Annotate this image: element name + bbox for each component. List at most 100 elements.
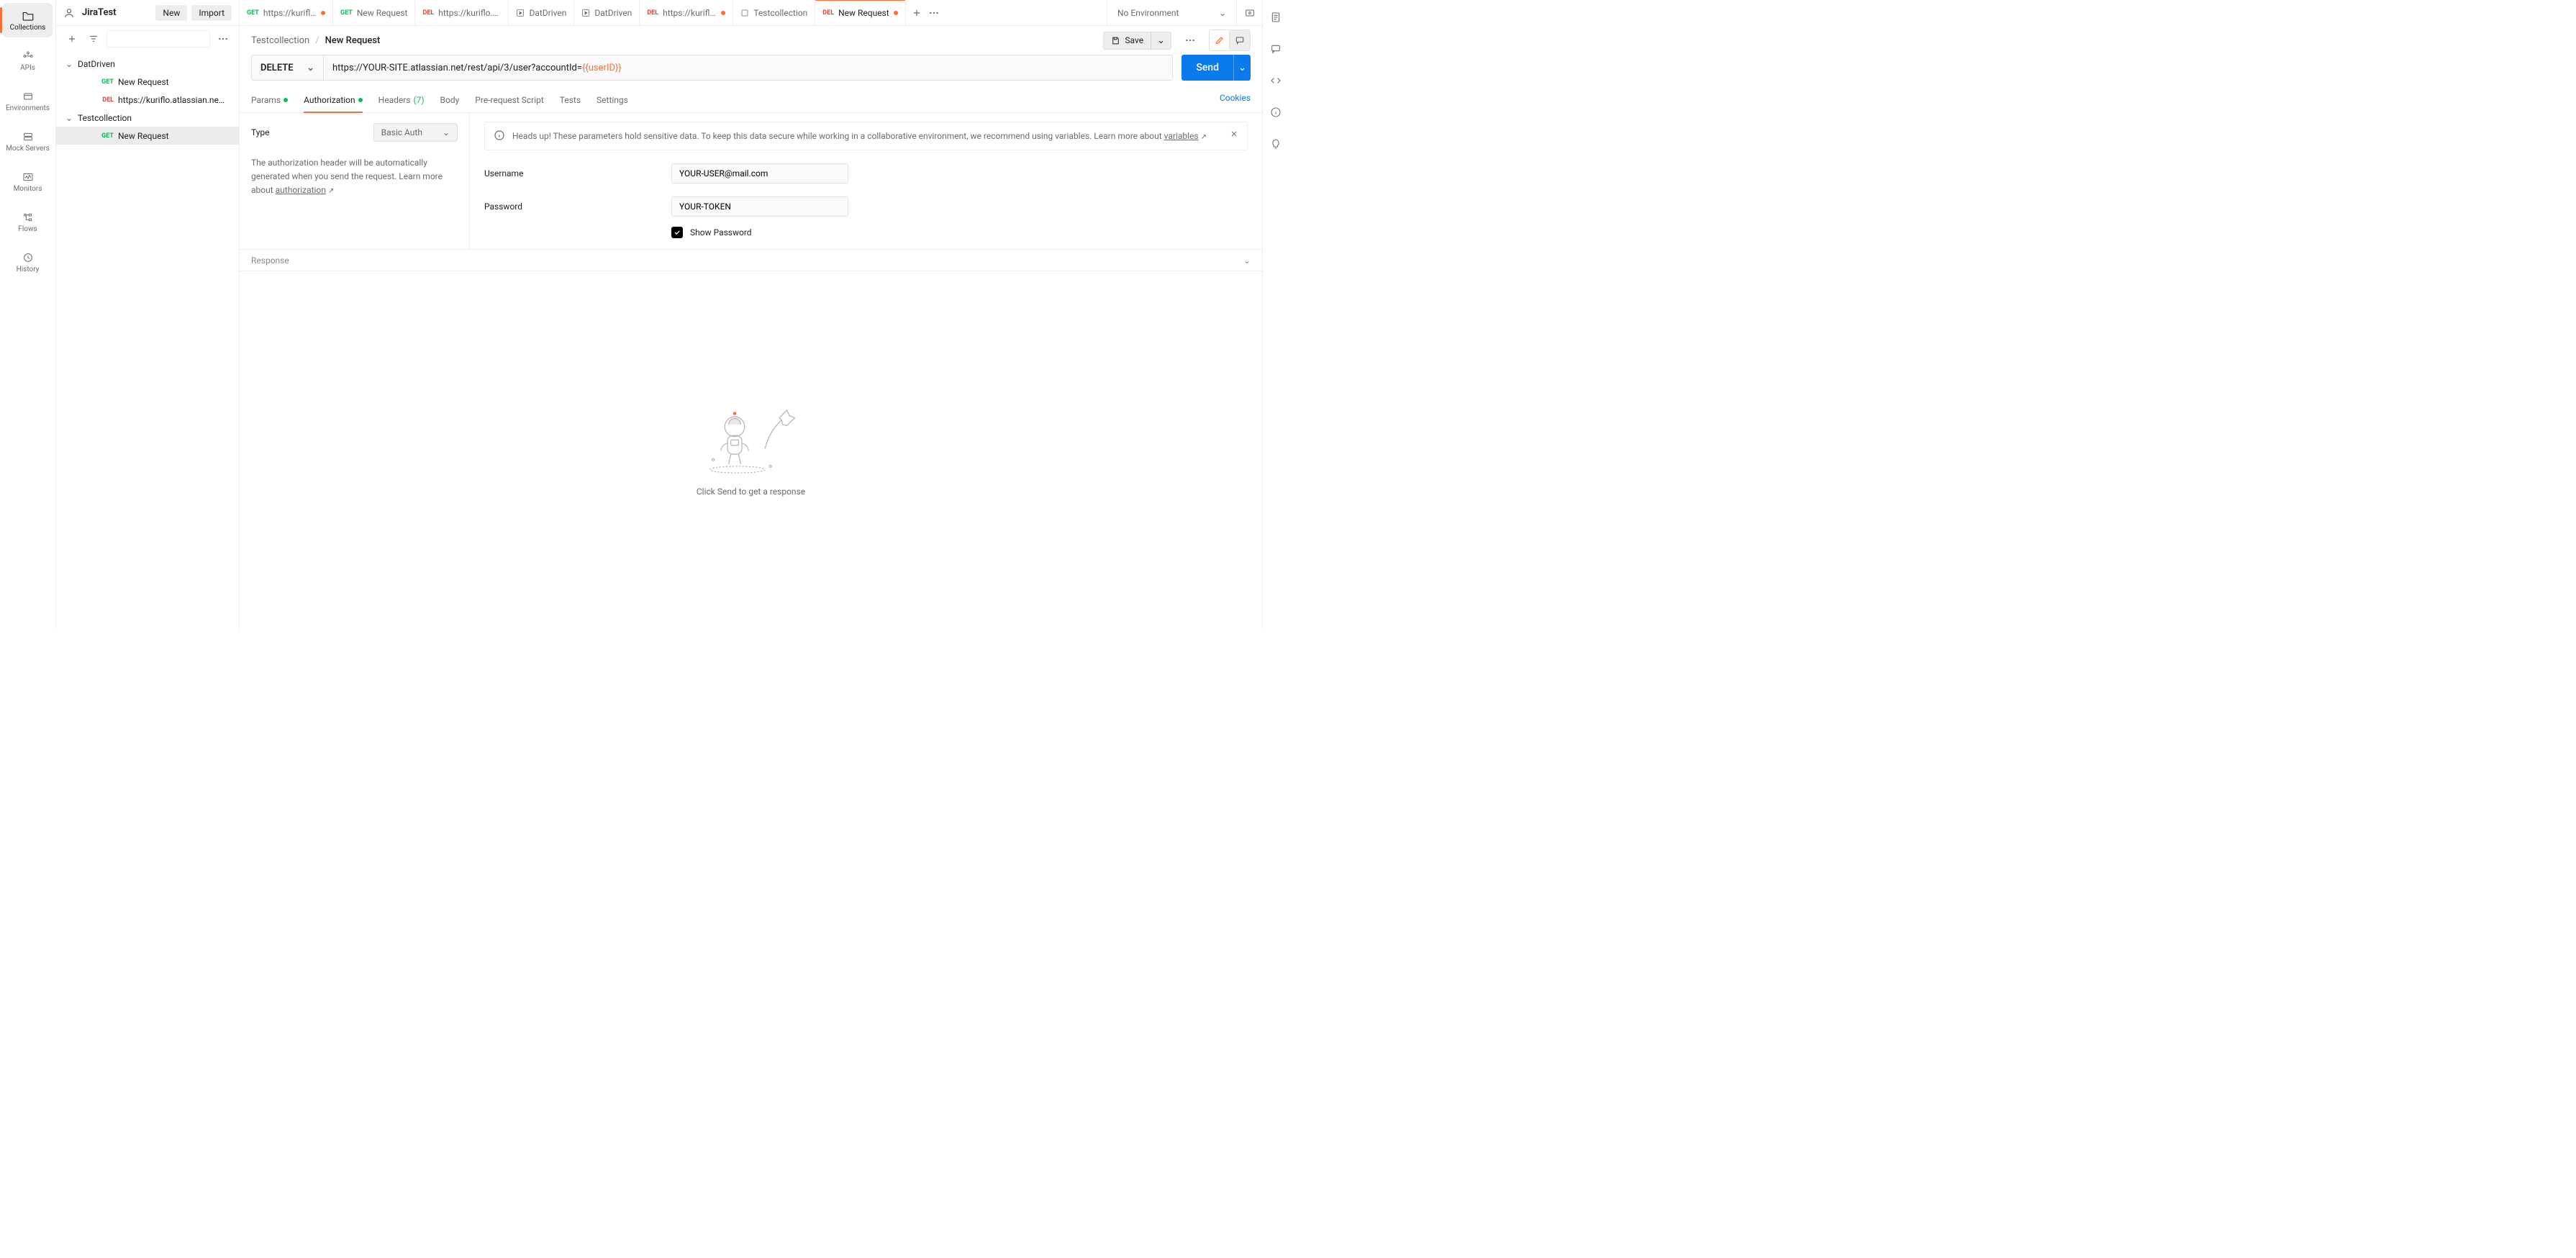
documentation-icon[interactable] bbox=[1269, 10, 1283, 24]
rail-history[interactable]: History bbox=[3, 245, 53, 279]
new-button[interactable]: New bbox=[155, 5, 187, 21]
chevron-down-icon[interactable]: ⌄ bbox=[1243, 255, 1251, 266]
rail-label: History bbox=[17, 266, 40, 273]
info2-icon[interactable] bbox=[1269, 105, 1283, 119]
subtab-label: Authorization bbox=[304, 95, 355, 105]
subtab-label: Pre-request Script bbox=[475, 95, 543, 105]
password-input[interactable] bbox=[671, 196, 848, 217]
subtab-params[interactable]: Params bbox=[251, 91, 288, 112]
code-icon[interactable] bbox=[1269, 73, 1283, 88]
request-more-icon[interactable] bbox=[1182, 32, 1199, 49]
folder-icon bbox=[22, 9, 35, 22]
tab-label: DatDriven bbox=[594, 8, 632, 18]
environment-quicklook-icon[interactable] bbox=[1236, 0, 1262, 25]
tab[interactable]: GEThttps://kuriflo.a bbox=[240, 0, 333, 25]
save-button[interactable]: Save bbox=[1104, 32, 1151, 48]
tree-item[interactable]: GET New Request bbox=[56, 127, 239, 145]
close-icon[interactable] bbox=[1230, 130, 1238, 142]
send-dropdown[interactable]: ⌄ bbox=[1233, 55, 1251, 81]
subtab-prerequest[interactable]: Pre-request Script bbox=[475, 91, 543, 112]
rail-collections[interactable]: Collections bbox=[3, 3, 53, 37]
tab[interactable]: DELhttps://kuriflo.atla bbox=[640, 0, 733, 25]
rail-mockservers[interactable]: Mock Servers bbox=[3, 124, 53, 158]
breadcrumb-separator: / bbox=[315, 35, 319, 46]
tree-item[interactable]: GET New Request bbox=[56, 73, 239, 91]
lightbulb-icon[interactable] bbox=[1269, 137, 1283, 151]
tabs-more-icon[interactable] bbox=[929, 12, 939, 14]
tab[interactable]: DatDriven bbox=[509, 0, 574, 25]
history-icon bbox=[22, 251, 35, 264]
subtab-authorization[interactable]: Authorization bbox=[304, 91, 363, 112]
subtab-label: Tests bbox=[560, 95, 581, 105]
tab-label: New Request bbox=[838, 8, 889, 18]
subtab-label: Params bbox=[251, 95, 281, 105]
tab[interactable]: GETNew Request bbox=[333, 0, 415, 25]
rail-label: Collections bbox=[10, 24, 46, 32]
tab[interactable]: DatDriven bbox=[574, 0, 640, 25]
info-banner-text: Heads up! These parameters hold sensitiv… bbox=[512, 130, 1207, 142]
folder-datdriven[interactable]: ⌄ DatDriven bbox=[56, 55, 239, 73]
new-tab-icon[interactable] bbox=[912, 8, 922, 18]
tab[interactable]: Testcollection bbox=[733, 0, 815, 25]
response-empty-text: Click Send to get a response bbox=[697, 487, 805, 497]
auth-type-label: Type bbox=[251, 127, 270, 137]
rail-apis[interactable]: APIs bbox=[3, 43, 53, 78]
send-button[interactable]: Send bbox=[1182, 55, 1233, 81]
folder-testcollection[interactable]: ⌄ Testcollection bbox=[56, 109, 239, 127]
tab-label: DatDriven bbox=[529, 8, 566, 18]
username-input[interactable] bbox=[671, 163, 848, 184]
filter-icon[interactable] bbox=[85, 30, 102, 47]
rail-monitors[interactable]: Monitors bbox=[3, 164, 53, 199]
activity-icon bbox=[22, 171, 35, 184]
rail-environments[interactable]: Environments bbox=[3, 83, 53, 118]
subtab-headers[interactable]: Headers (7) bbox=[378, 91, 425, 112]
method-badge: GET bbox=[247, 9, 259, 17]
rail-flows[interactable]: Flows bbox=[3, 204, 53, 239]
url-variable: {{userID}} bbox=[582, 63, 622, 73]
username-row: Username bbox=[484, 163, 1248, 184]
method-badge: GET bbox=[340, 9, 353, 17]
sidebar-search[interactable] bbox=[106, 30, 210, 47]
environment-label: No Environment bbox=[1117, 8, 1179, 18]
chevron-down-icon: ⌄ bbox=[1238, 63, 1246, 73]
rail-label: APIs bbox=[20, 64, 35, 72]
authorization-docs-link[interactable]: authorization bbox=[276, 185, 326, 195]
breadcrumb-parent[interactable]: Testcollection bbox=[251, 35, 309, 46]
show-password-row: Show Password bbox=[671, 227, 1248, 238]
astronaut-illustration-icon bbox=[704, 404, 798, 476]
breadcrumb-current[interactable]: New Request bbox=[325, 35, 381, 46]
add-icon[interactable] bbox=[63, 30, 81, 47]
auth-description: The authorization header will be automat… bbox=[251, 156, 458, 198]
save-dropdown[interactable]: ⌄ bbox=[1151, 32, 1171, 49]
subtab-body[interactable]: Body bbox=[440, 91, 460, 112]
subtab-label: Settings bbox=[597, 95, 628, 105]
method-badge: DEL bbox=[422, 9, 434, 17]
tab[interactable]: DELhttps://kuriflo.atla bbox=[415, 0, 509, 25]
tree-item-label: New Request bbox=[118, 131, 169, 141]
subtab-settings[interactable]: Settings bbox=[597, 91, 628, 112]
comments-icon[interactable] bbox=[1269, 42, 1283, 56]
cookies-link[interactable]: Cookies bbox=[1220, 93, 1251, 110]
rail-label: Mock Servers bbox=[6, 145, 50, 153]
variables-docs-link[interactable]: variables bbox=[1164, 131, 1199, 141]
tab-label: https://kuriflo.atla bbox=[663, 8, 717, 18]
subtab-tests[interactable]: Tests bbox=[560, 91, 581, 112]
url-text: https://YOUR-SITE.atlassian.net/rest/api… bbox=[332, 63, 582, 73]
import-button[interactable]: Import bbox=[191, 5, 232, 21]
workspace-name[interactable]: JiraTest bbox=[82, 7, 151, 18]
more-icon[interactable] bbox=[214, 30, 232, 47]
unsaved-dot-icon bbox=[721, 11, 725, 15]
method-dropdown[interactable]: DELETE ⌄ bbox=[252, 55, 324, 80]
comment-mode-icon[interactable] bbox=[1230, 30, 1250, 50]
auth-type-dropdown[interactable]: Basic Auth ⌄ bbox=[373, 123, 458, 142]
response-header: Response ⌄ bbox=[240, 250, 1262, 271]
tab-active[interactable]: DELNew Request bbox=[815, 0, 905, 25]
method-badge: GET bbox=[98, 78, 114, 86]
url-input[interactable]: https://YOUR-SITE.atlassian.net/rest/api… bbox=[324, 55, 1172, 80]
box-icon bbox=[22, 90, 35, 103]
chevron-down-icon: ⌄ bbox=[1219, 8, 1226, 18]
environment-selector[interactable]: No Environment ⌄ bbox=[1107, 0, 1236, 25]
tree-item[interactable]: DEL https://kuriflo.atlassian.net/re... bbox=[56, 91, 239, 109]
show-password-checkbox[interactable] bbox=[671, 227, 683, 238]
edit-mode-icon[interactable] bbox=[1210, 30, 1230, 50]
